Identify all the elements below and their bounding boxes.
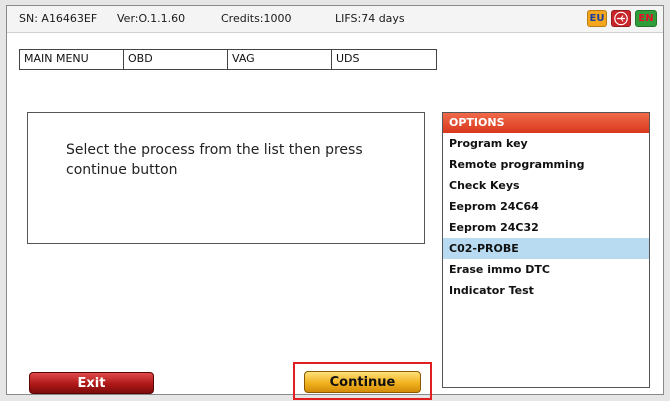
options-list: OPTIONS Program key Remote programming C… <box>442 112 650 388</box>
option-check-keys[interactable]: Check Keys <box>443 175 649 196</box>
option-eeprom-24c64[interactable]: Eeprom 24C64 <box>443 196 649 217</box>
usb-icon <box>611 10 631 27</box>
option-erase-immo-dtc[interactable]: Erase immo DTC <box>443 259 649 280</box>
option-indicator-test[interactable]: Indicator Test <box>443 280 649 301</box>
device-screen: SN: A16463EF Ver:O.1.1.60 Credits:1000 L… <box>6 5 664 400</box>
credits: Credits:1000 <box>221 12 292 25</box>
breadcrumb-uds[interactable]: UDS <box>332 50 436 69</box>
breadcrumb-main-menu[interactable]: MAIN MENU <box>20 50 124 69</box>
breadcrumb-obd[interactable]: OBD <box>124 50 228 69</box>
instruction-text: Select the process from the list then pr… <box>66 142 363 178</box>
breadcrumb-vag[interactable]: VAG <box>228 50 332 69</box>
option-program-key[interactable]: Program key <box>443 133 649 154</box>
continue-button[interactable]: Continue <box>304 371 421 393</box>
en-flag-icon[interactable]: EN <box>635 10 657 27</box>
option-eeprom-24c32[interactable]: Eeprom 24C32 <box>443 217 649 238</box>
exit-button[interactable]: Exit <box>29 372 154 394</box>
lifs-remaining: LIFS:74 days <box>335 12 405 25</box>
option-c02-probe[interactable]: C02-PROBE <box>443 238 649 259</box>
breadcrumb: MAIN MENU OBD VAG UDS <box>19 49 437 70</box>
version: Ver:O.1.1.60 <box>117 12 186 25</box>
continue-highlight: Continue <box>293 362 432 400</box>
eu-flag-icon[interactable]: EU <box>587 10 607 27</box>
option-remote-programming[interactable]: Remote programming <box>443 154 649 175</box>
usb-glyph-icon <box>614 11 628 26</box>
serial-number: SN: A16463EF <box>19 12 98 25</box>
status-bar: SN: A16463EF Ver:O.1.1.60 Credits:1000 L… <box>7 6 663 33</box>
options-header: OPTIONS <box>443 113 649 133</box>
instruction-panel: Select the process from the list then pr… <box>27 112 425 244</box>
